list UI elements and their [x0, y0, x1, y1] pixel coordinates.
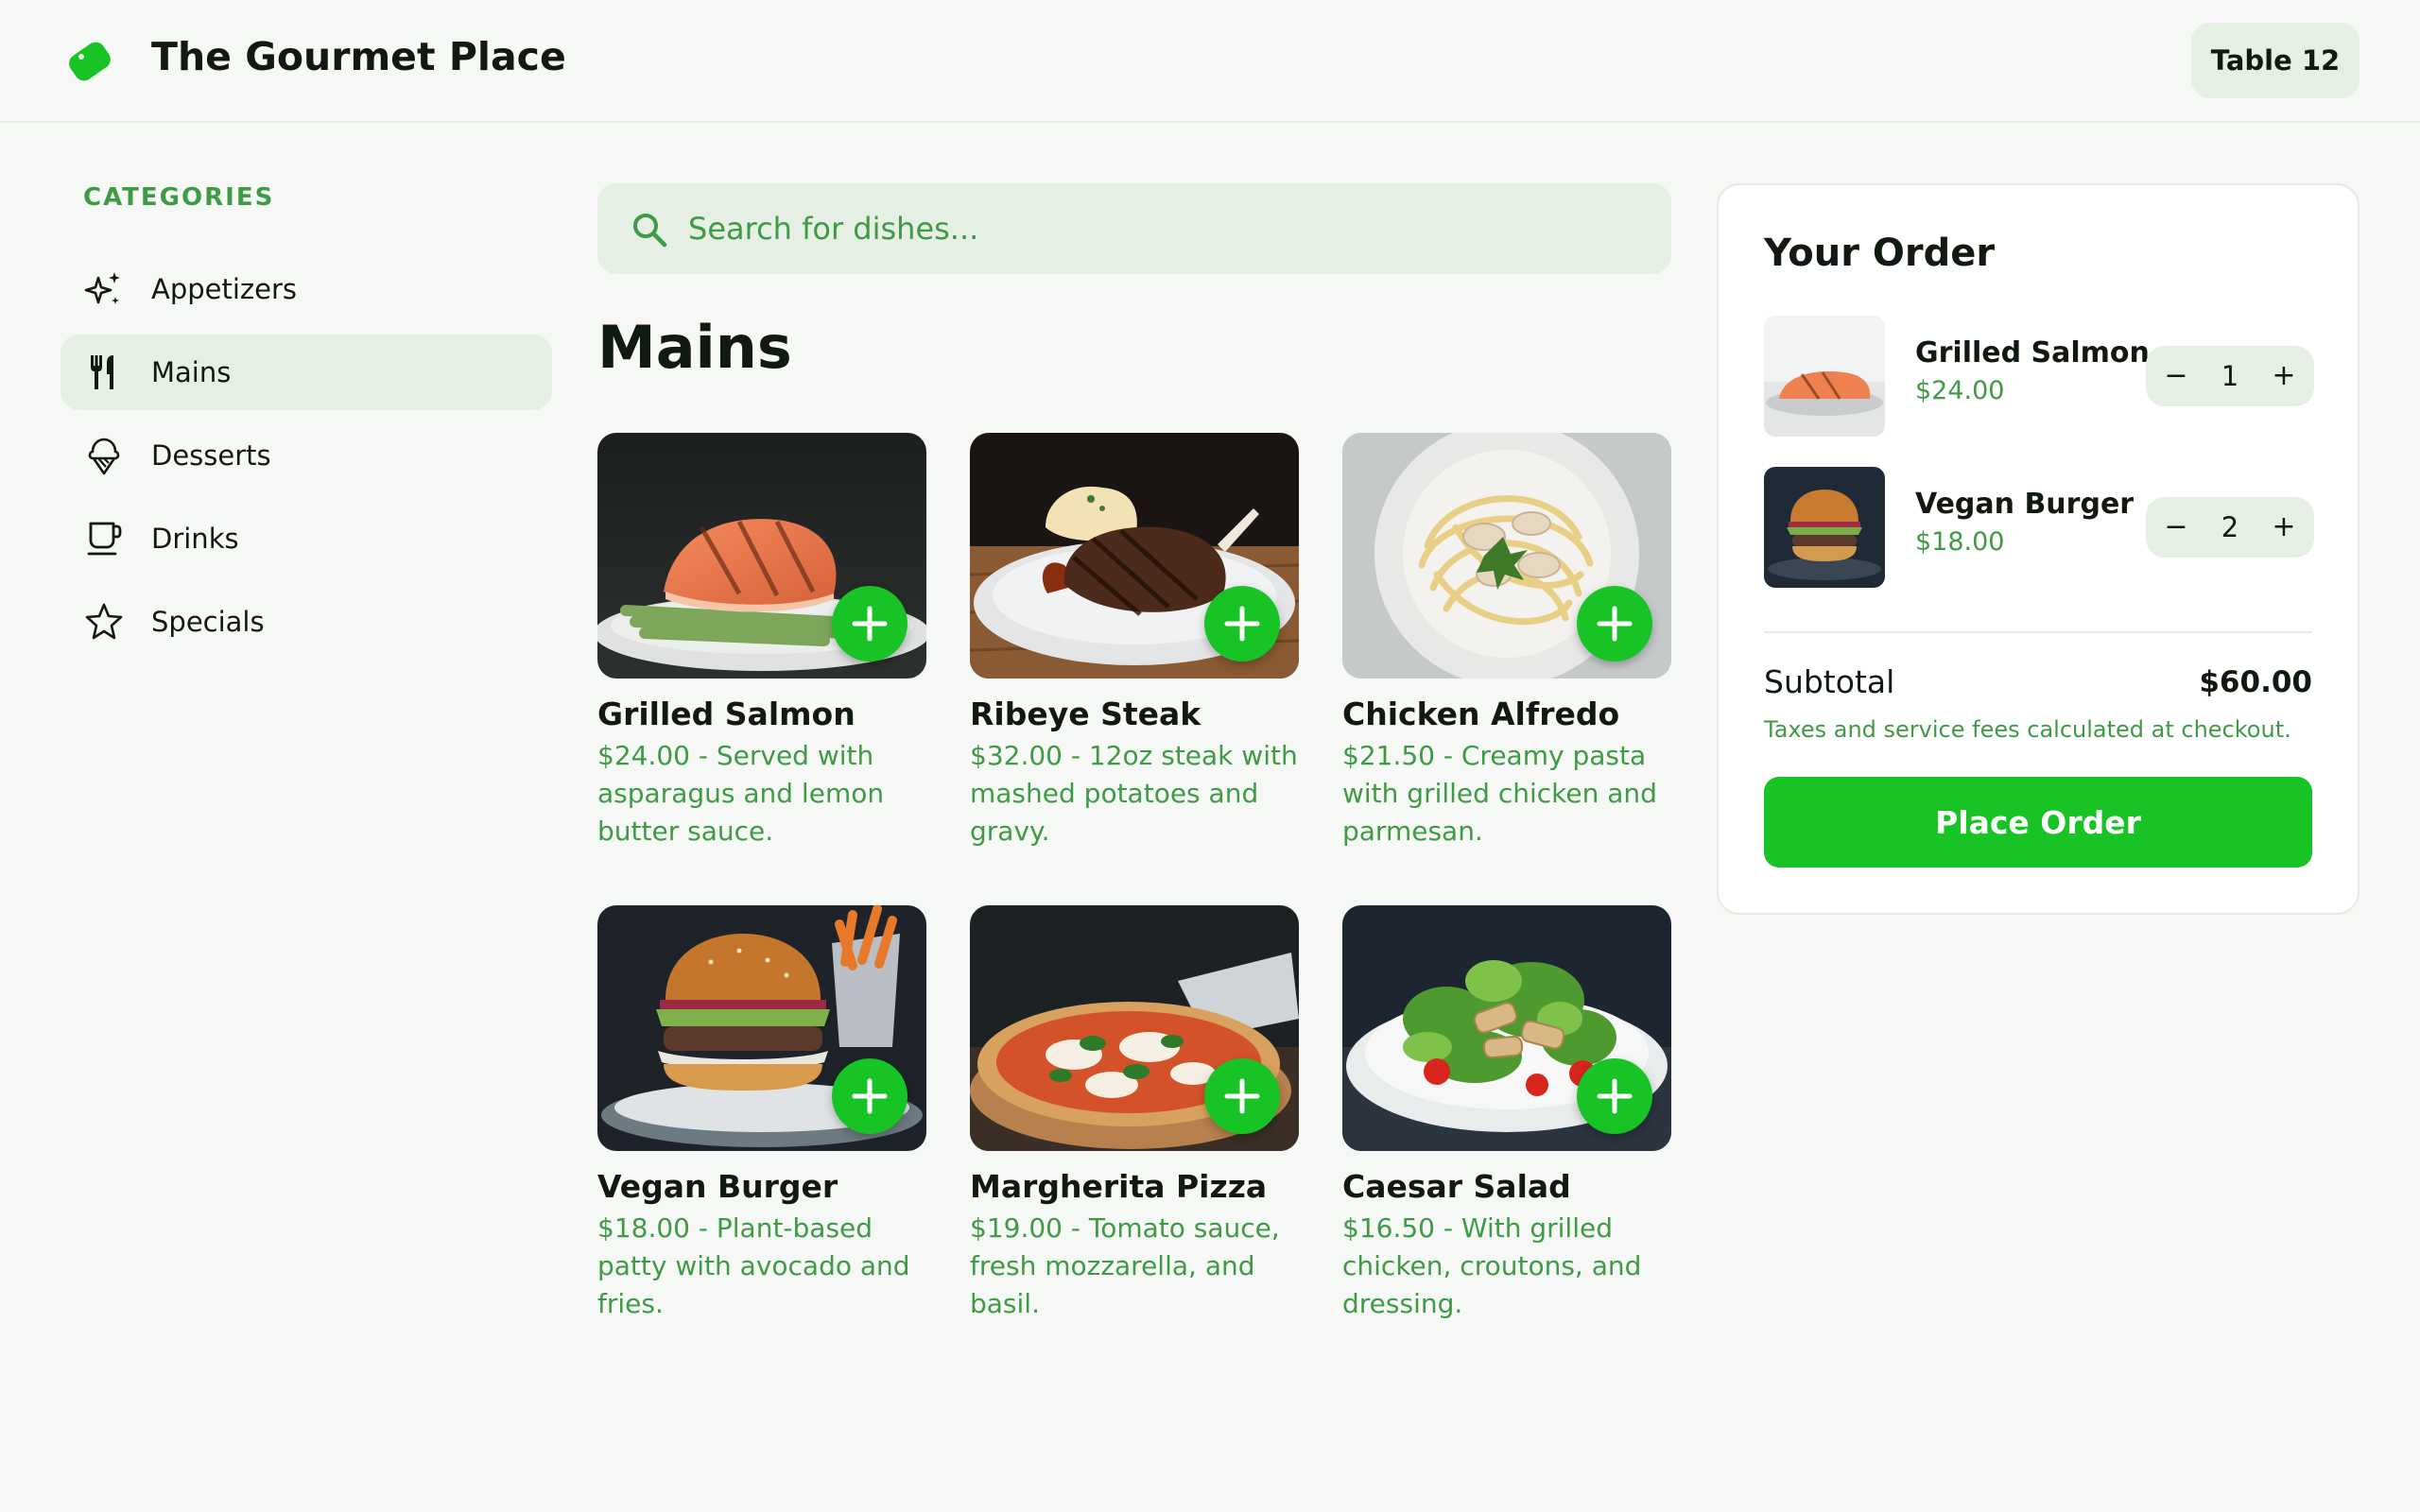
sidebar-item-label: Appetizers — [151, 273, 298, 305]
order-item-price: $18.00 — [1915, 527, 2005, 557]
sparkles-icon — [84, 272, 120, 304]
app-header: The Gourmet Place Table 12 — [0, 0, 2420, 123]
dish-card[interactable]: Caesar Salad $16.50 - With grilled chick… — [1342, 905, 1671, 1349]
increase-quantity-button[interactable]: + — [2257, 497, 2310, 558]
decrease-quantity-button[interactable]: − — [2150, 346, 2203, 406]
sidebar-item-appetizers[interactable]: Appetizers — [60, 251, 552, 327]
order-item-image — [1764, 316, 1885, 437]
logo-icon — [69, 42, 111, 81]
dish-name: Margherita Pizza — [970, 1168, 1268, 1205]
dish-card[interactable]: Ribeye Steak $32.00 - 12oz steak with ma… — [970, 433, 1299, 877]
dish-card[interactable]: Chicken Alfredo $21.50 - Creamy pasta wi… — [1342, 433, 1671, 877]
dish-name: Grilled Salmon — [597, 696, 856, 732]
order-panel: Your Order Grilled Salmon $24.00 − 1 + V… — [1717, 183, 2360, 915]
dish-description: $16.50 - With grilled chicken, croutons,… — [1342, 1212, 1642, 1319]
search-icon — [633, 214, 667, 248]
dish-description: $21.50 - Creamy pasta with grilled chick… — [1342, 740, 1657, 847]
dish-name: Caesar Salad — [1342, 1168, 1571, 1205]
table-badge[interactable]: Table 12 — [2191, 23, 2360, 98]
dish-description: $18.00 - Plant-based patty with avocado … — [597, 1212, 910, 1319]
ice-cream-icon — [88, 438, 120, 475]
increase-quantity-button[interactable]: + — [2257, 346, 2310, 406]
sidebar-item-drinks[interactable]: Drinks — [60, 501, 552, 576]
add-to-order-button[interactable] — [1577, 1058, 1652, 1134]
page-title: Mains — [597, 313, 792, 382]
sidebar-item-specials[interactable]: Specials — [60, 584, 552, 660]
dish-description: $19.00 - Tomato sauce, fresh mozzarella,… — [970, 1212, 1280, 1319]
star-icon — [85, 603, 123, 640]
order-item: Vegan Burger $18.00 − 2 + — [1764, 467, 2331, 588]
quantity-value: 1 — [2221, 360, 2239, 392]
dish-description: $24.00 - Served with asparagus and lemon… — [597, 740, 885, 847]
dish-name: Chicken Alfredo — [1342, 696, 1620, 732]
dish-card[interactable]: Grilled Salmon $24.00 - Served with aspa… — [597, 433, 926, 877]
order-item-price: $24.00 — [1915, 376, 2005, 405]
plus-icon — [1224, 606, 1260, 642]
quantity-stepper: − 2 + — [2146, 497, 2314, 558]
app-title: The Gourmet Place — [151, 34, 566, 79]
dish-name: Ribeye Steak — [970, 696, 1201, 732]
sidebar-item-label: Drinks — [151, 523, 239, 555]
plus-icon — [1597, 606, 1633, 642]
sidebar-item-mains[interactable]: Mains — [60, 335, 552, 410]
fee-note: Taxes and service fees calculated at che… — [1764, 716, 2291, 743]
plus-icon — [1597, 1078, 1633, 1114]
sidebar-item-desserts[interactable]: Desserts — [60, 418, 552, 493]
add-to-order-button[interactable] — [832, 1058, 908, 1134]
plus-icon — [852, 1078, 888, 1114]
plus-icon — [852, 606, 888, 642]
dish-card[interactable]: Margherita Pizza $19.00 - Tomato sauce, … — [970, 905, 1299, 1349]
dish-card[interactable]: Vegan Burger $18.00 - Plant-based patty … — [597, 905, 926, 1349]
sidebar-item-label: Desserts — [151, 439, 271, 472]
search-input[interactable] — [688, 183, 1634, 274]
coffee-cup-icon — [87, 522, 122, 556]
divider — [1764, 631, 2312, 633]
subtotal-label: Subtotal — [1764, 663, 1895, 700]
categories-heading: CATEGORIES — [83, 183, 275, 212]
quantity-value: 2 — [2221, 511, 2239, 543]
dish-name: Vegan Burger — [597, 1168, 838, 1205]
subtotal-value: $60.00 — [2199, 665, 2312, 699]
add-to-order-button[interactable] — [1577, 586, 1652, 662]
sidebar-item-label: Mains — [151, 356, 232, 388]
order-item-name: Vegan Burger — [1915, 488, 2135, 521]
utensils-icon — [91, 355, 113, 389]
sidebar-item-label: Specials — [151, 606, 265, 638]
add-to-order-button[interactable] — [1204, 586, 1280, 662]
add-to-order-button[interactable] — [832, 586, 908, 662]
order-item-image — [1764, 467, 1885, 588]
quantity-stepper: − 1 + — [2146, 346, 2314, 406]
search-bar[interactable] — [597, 183, 1671, 274]
plus-icon — [1224, 1078, 1260, 1114]
place-order-button[interactable]: Place Order — [1764, 777, 2312, 868]
order-item: Grilled Salmon $24.00 − 1 + — [1764, 316, 2331, 437]
order-item-name: Grilled Salmon — [1915, 336, 2150, 369]
add-to-order-button[interactable] — [1204, 1058, 1280, 1134]
dish-description: $32.00 - 12oz steak with mashed potatoes… — [970, 740, 1298, 847]
order-title: Your Order — [1764, 232, 1996, 275]
decrease-quantity-button[interactable]: − — [2150, 497, 2203, 558]
